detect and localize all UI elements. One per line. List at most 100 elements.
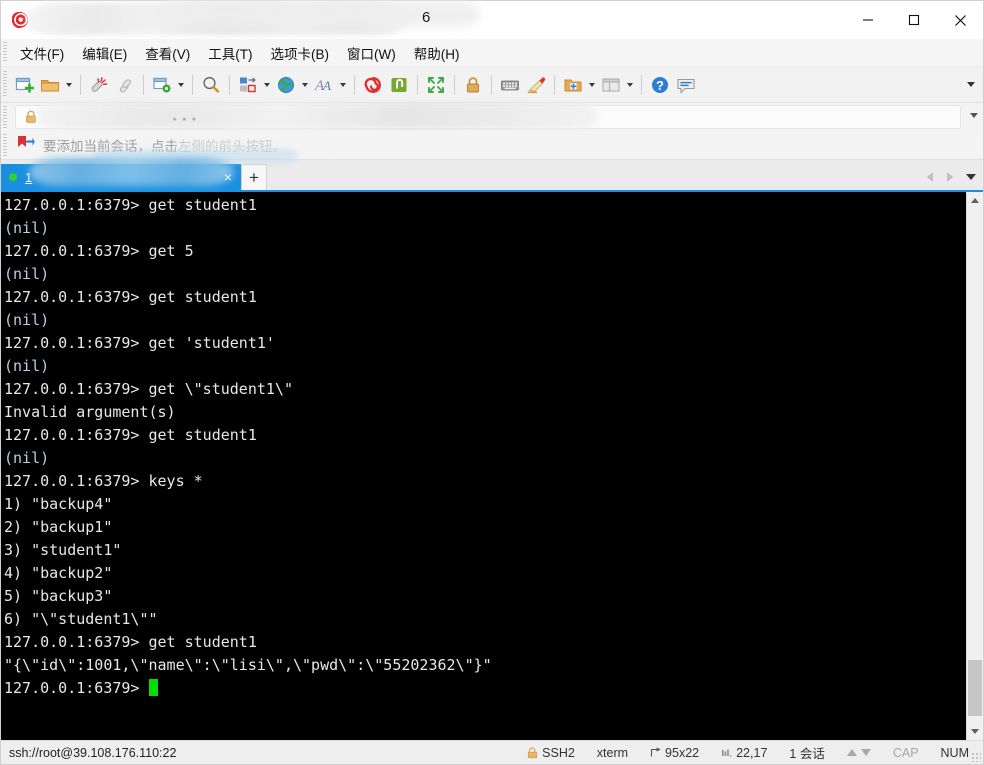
status-sessions: 1 会话	[789, 747, 825, 761]
menu-tabs[interactable]: 选项卡(B)	[262, 40, 339, 66]
toolbar-separator-8	[491, 74, 492, 95]
menu-edit[interactable]: 编辑(E)	[73, 40, 136, 66]
terminal-response: "{\"id\":1001,\"name\":\"lisi\",\"pwd\":…	[4, 656, 492, 674]
status-cursor-position: 22,17	[736, 745, 768, 760]
terminal-prompt: 127.0.0.1:6379>	[4, 196, 140, 214]
terminal-line: 127.0.0.1:6379> get 'student1'	[4, 332, 966, 355]
terminal-cursor	[148, 679, 158, 696]
session-options-dropdown-icon[interactable]	[175, 72, 187, 98]
menu-tools[interactable]: 工具(T)	[199, 40, 261, 66]
layout-dropdown-icon[interactable]	[624, 72, 636, 98]
svg-text:A: A	[322, 78, 331, 93]
terminal-command: get student1	[139, 196, 257, 214]
terminal-prompt: 127.0.0.1:6379>	[4, 472, 140, 490]
menu-file[interactable]: 文件(F)	[11, 40, 73, 66]
address-redaction	[37, 103, 597, 129]
toolbar-grip[interactable]	[3, 71, 7, 98]
terminal-response: (nil)	[4, 219, 50, 237]
menu-window[interactable]: 窗口(W)	[338, 40, 405, 66]
link-icon[interactable]	[112, 72, 138, 98]
terminal-command: keys *	[139, 472, 203, 490]
tab-bar-controls	[921, 167, 981, 187]
lock-icon[interactable]	[460, 72, 486, 98]
transfer-icon[interactable]	[235, 72, 261, 98]
toolbar-overflow-icon[interactable]	[963, 67, 979, 102]
status-traffic-cell	[846, 749, 871, 756]
menubar-grip[interactable]	[3, 42, 7, 63]
open-folder-dropdown-icon[interactable]	[63, 72, 75, 98]
terminal-line: 127.0.0.1:6379> get student1	[4, 631, 966, 654]
maximize-button[interactable]	[891, 1, 937, 39]
scrollbar-thumb[interactable]	[968, 660, 982, 716]
terminal-line: 127.0.0.1:6379> get student1	[4, 286, 966, 309]
scroll-up-icon[interactable]	[967, 192, 983, 209]
tab-list-dropdown-icon[interactable]	[961, 167, 981, 187]
terminal-line: (nil)	[4, 263, 966, 286]
tab-scroll-left-icon[interactable]	[921, 167, 939, 187]
session-options-icon[interactable]	[149, 72, 175, 98]
fullscreen-icon[interactable]	[423, 72, 449, 98]
terminal-scrollbar[interactable]	[966, 192, 983, 740]
tab-scroll-right-icon[interactable]	[941, 167, 959, 187]
status-num: NUM	[940, 745, 969, 760]
highlight-pen-icon[interactable]	[523, 72, 549, 98]
search-icon[interactable]	[198, 72, 224, 98]
new-session-icon[interactable]	[11, 72, 37, 98]
disconnect-icon[interactable]	[86, 72, 112, 98]
help-icon[interactable]: ?	[647, 72, 673, 98]
minimize-button[interactable]	[845, 1, 891, 39]
spiral-icon[interactable]	[360, 72, 386, 98]
window-resize-grip[interactable]	[971, 752, 981, 762]
window-controls	[845, 1, 983, 39]
address-dropdown-icon[interactable]	[970, 113, 978, 118]
toolbar-separator-3	[192, 74, 193, 95]
terminal-line: 127.0.0.1:6379> get student1	[4, 194, 966, 217]
close-button[interactable]	[937, 1, 983, 39]
terminal-prompt: 127.0.0.1:6379>	[4, 242, 140, 260]
menu-help[interactable]: 帮助(H)	[405, 40, 469, 66]
toolbar-separator-4	[229, 74, 230, 95]
terminal-line: (nil)	[4, 217, 966, 240]
scroll-down-icon[interactable]	[967, 723, 983, 740]
terminal-command	[139, 679, 148, 697]
terminal-command: get 5	[139, 242, 194, 260]
terminal-prompt: 127.0.0.1:6379>	[4, 288, 140, 306]
terminal-prompt: 127.0.0.1:6379>	[4, 380, 140, 398]
terminal-line: "{\"id\":1001,\"name\":\"lisi\",\"pwd\":…	[4, 654, 966, 677]
terminal-response: 4) "backup2"	[4, 564, 113, 582]
open-folder-icon[interactable]	[37, 72, 63, 98]
globe-icon[interactable]	[273, 72, 299, 98]
terminal-response: (nil)	[4, 311, 50, 329]
terminal-line: 127.0.0.1:6379> keys *	[4, 470, 966, 493]
bookmark-flag-icon[interactable]	[17, 135, 35, 156]
status-sessions-cell: 1 会话	[789, 743, 824, 762]
status-cursor-cell: 22,17	[721, 746, 767, 760]
terminal-response: 1) "backup4"	[4, 495, 113, 513]
add-folder-dropdown-icon[interactable]	[586, 72, 598, 98]
terminal-line: Invalid argument(s)	[4, 401, 966, 424]
keyboard-icon[interactable]	[497, 72, 523, 98]
toolbar-separator-10	[641, 74, 642, 95]
add-folder-icon[interactable]	[560, 72, 586, 98]
terminal-line: 127.0.0.1:6379> get student1	[4, 424, 966, 447]
globe-dropdown-icon[interactable]	[299, 72, 311, 98]
layout-icon[interactable]	[598, 72, 624, 98]
terminal-tab-1[interactable]: 1 ×	[1, 158, 241, 190]
addressbar-grip[interactable]	[3, 106, 7, 128]
notice-grip[interactable]	[3, 134, 7, 156]
terminal-output[interactable]: 127.0.0.1:6379> get student1 (nil) 127.0.0…	[1, 192, 966, 740]
new-tab-button[interactable]: +	[241, 164, 267, 190]
terminal-line: (nil)	[4, 447, 966, 470]
terminal-line: 127.0.0.1:6379>	[4, 677, 966, 700]
font-dropdown-icon[interactable]	[337, 72, 349, 98]
font-icon[interactable]: A A	[311, 72, 337, 98]
toolbar-separator-5	[354, 74, 355, 95]
menu-bar: 文件(F) 编辑(E) 查看(V) 工具(T) 选项卡(B) 窗口(W) 帮助(…	[1, 39, 983, 67]
tab-close-icon[interactable]: ×	[219, 168, 237, 186]
green-app-icon[interactable]	[386, 72, 412, 98]
securecrt-window: 6 文件(F) 编辑(E) 查看(V) 工具(T) 选项卡(B) 窗口(W) 帮…	[0, 0, 984, 765]
terminal-response: 5) "backup3"	[4, 587, 113, 605]
chat-icon[interactable]	[673, 72, 699, 98]
transfer-dropdown-icon[interactable]	[261, 72, 273, 98]
menu-view[interactable]: 查看(V)	[136, 40, 199, 66]
